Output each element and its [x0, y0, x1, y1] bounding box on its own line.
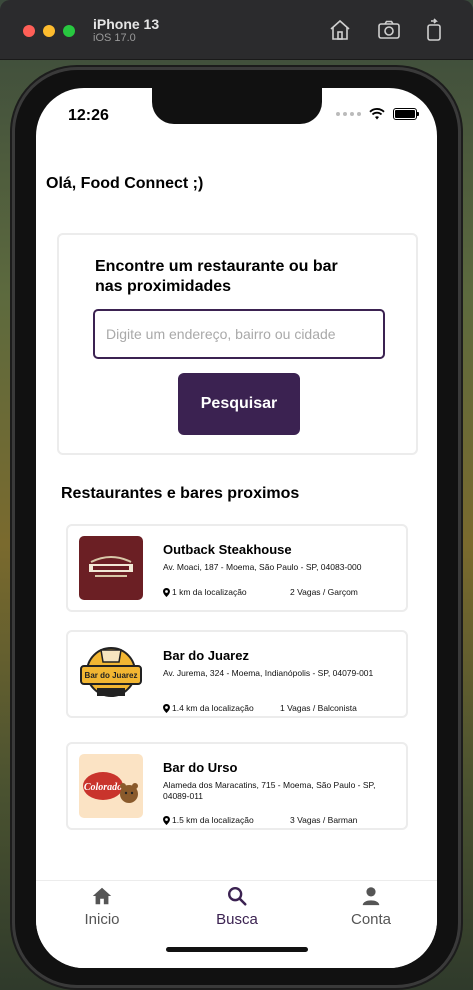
- vagas-text: 2 Vagas / Garçom: [290, 587, 358, 597]
- rotate-icon[interactable]: [422, 18, 446, 42]
- restaurant-card-outback[interactable]: Outback Steakhouse Av. Moaci, 187 - Moem…: [66, 524, 408, 612]
- restaurant-card-bar-do-urso[interactable]: Colorado Bar do Urso Alameda dos Maracat…: [66, 742, 408, 830]
- tab-busca[interactable]: Busca: [197, 885, 277, 928]
- outback-logo: [79, 536, 143, 600]
- restaurant-name: Bar do Juarez: [163, 648, 249, 663]
- minimize-window-button[interactable]: [43, 25, 55, 37]
- distance-text: 1.5 km da localização: [172, 815, 254, 825]
- restaurant-distance: 1.4 km da localização: [163, 703, 254, 713]
- status-time: 12:26: [68, 107, 109, 124]
- tab-label: Conta: [350, 911, 392, 928]
- nearby-section-title: Restaurantes e bares proximos: [61, 485, 300, 502]
- search-button[interactable]: Pesquisar: [178, 373, 300, 435]
- simulator-device-name: iPhone 13: [93, 16, 160, 32]
- distance-text: 1 km da localização: [172, 587, 247, 597]
- greeting-text: Olá, Food Connect ;): [46, 175, 204, 192]
- status-icons: [336, 108, 419, 120]
- restaurant-address: Av. Jurema, 324 - Moema, Indianópolis - …: [163, 668, 374, 678]
- simulator-os-version: iOS 17.0: [93, 32, 136, 44]
- home-icon: [92, 887, 112, 905]
- restaurant-card-bar-do-juarez[interactable]: Bar do Juarez Bar do Juarez Av. Jurema, …: [66, 630, 408, 718]
- tab-inicio[interactable]: Inicio: [62, 885, 142, 928]
- vagas-text: 3 Vagas / Barman: [290, 815, 358, 825]
- bar-do-juarez-logo: Bar do Juarez: [79, 642, 143, 706]
- restaurant-address: Alameda dos Maracatins, 715 - Moema, São…: [163, 780, 376, 801]
- restaurant-address: Av. Moaci, 187 - Moema, São Paulo - SP, …: [163, 562, 362, 572]
- close-window-button[interactable]: [23, 25, 35, 37]
- wifi-icon: [369, 108, 385, 120]
- search-title: Encontre um restaurante ou bar nas proxi…: [95, 258, 338, 295]
- simulator-title-bar: iPhone 13 iOS 17.0: [0, 0, 473, 60]
- phone-screen: 12:26 Olá, Food Connect ;) Encontre um r…: [36, 88, 437, 968]
- restaurant-distance: 1.5 km da localização: [163, 815, 254, 825]
- user-icon: [362, 887, 380, 906]
- address-search-input[interactable]: [93, 309, 385, 359]
- bottom-tab-bar: Inicio Busca Conta: [36, 880, 437, 968]
- search-icon: [228, 887, 247, 906]
- phone-frame: 12:26 Olá, Food Connect ;) Encontre um r…: [15, 70, 458, 985]
- vagas-text: 1 Vagas / Balconista: [280, 703, 357, 713]
- notch: [152, 88, 322, 124]
- zoom-window-button[interactable]: [63, 25, 75, 37]
- location-pin-icon: [163, 815, 170, 825]
- screenshot-icon[interactable]: [377, 18, 401, 42]
- bar-do-juarez-logo-text: Bar do Juarez: [85, 671, 138, 680]
- battery-icon: [393, 108, 419, 120]
- search-card: Encontre um restaurante ou bar nas proxi…: [57, 233, 418, 455]
- bar-do-urso-logo: Colorado: [79, 754, 143, 818]
- distance-text: 1.4 km da localização: [172, 703, 254, 713]
- restaurant-name: Outback Steakhouse: [163, 542, 292, 557]
- bar-do-urso-logo-text: Colorado: [84, 782, 122, 793]
- signal-icon: [336, 112, 361, 116]
- home-indicator[interactable]: [166, 947, 308, 952]
- tab-conta[interactable]: Conta: [331, 885, 411, 928]
- tab-label: Busca: [216, 911, 258, 928]
- location-pin-icon: [163, 587, 170, 597]
- tab-label: Inicio: [84, 911, 120, 928]
- home-icon[interactable]: [328, 18, 352, 42]
- location-pin-icon: [163, 703, 170, 713]
- restaurant-name: Bar do Urso: [163, 760, 238, 775]
- restaurant-distance: 1 km da localização: [163, 587, 247, 597]
